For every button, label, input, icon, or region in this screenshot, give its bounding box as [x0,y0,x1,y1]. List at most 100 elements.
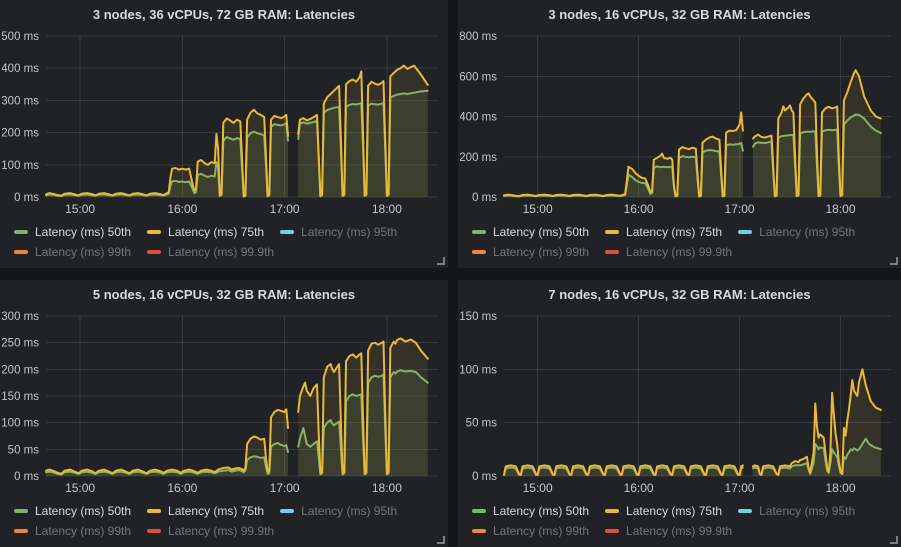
y-axis-tick-label: 100 ms [2,418,39,430]
legend-item-latency-ms-95th[interactable]: Latency (ms) 95th [280,222,397,242]
plot-area[interactable]: 0 ms50 ms100 ms150 ms15:0016:0017:0018:0… [460,306,899,500]
legend-swatch-icon [147,230,161,234]
x-axis-tick-label: 16:00 [624,481,654,495]
panel-title[interactable]: 5 nodes, 16 vCPUs, 32 GB RAM: Latencies [0,280,448,306]
legend-swatch-icon [605,509,619,513]
legend-swatch-icon [147,529,161,533]
legend-swatch-icon [14,250,28,254]
legend-swatch-icon [738,509,752,513]
legend-label: Latency (ms) 75th [168,225,264,239]
legend-item-latency-ms-50th[interactable]: Latency (ms) 50th [14,501,131,521]
x-axis-tick-label: 17:00 [270,481,300,495]
legend-label: Latency (ms) 95th [301,225,397,239]
legend-item-latency-ms-95th[interactable]: Latency (ms) 95th [738,222,855,242]
legend-label: Latency (ms) 99th [493,524,589,538]
legend-label: Latency (ms) 50th [493,225,589,239]
legend-item-latency-ms-95th[interactable]: Latency (ms) 95th [738,501,855,521]
legend-label: Latency (ms) 50th [493,504,589,518]
legend-swatch-icon [14,230,28,234]
panel-3-nodes-16-vcpus: 3 nodes, 16 vCPUs, 32 GB RAM: Latencies … [458,0,901,268]
legend-item-latency-ms-99.9th[interactable]: Latency (ms) 99.9th [147,521,274,541]
panel-3-nodes-36-vcpus: 3 nodes, 36 vCPUs, 72 GB RAM: Latencies … [0,0,448,268]
x-axis-tick-label: 15:00 [65,202,95,216]
legend: Latency (ms) 50th Latency (ms) 75th Latenc… [14,501,442,541]
legend-label: Latency (ms) 95th [301,504,397,518]
legend: Latency (ms) 50th Latency (ms) 75th Latenc… [472,501,895,541]
plot-area[interactable]: 0 ms200 ms400 ms600 ms800 ms15:0016:0017… [460,26,899,221]
legend-item-latency-ms-99th[interactable]: Latency (ms) 99th [14,521,131,541]
x-axis-tick-label: 18:00 [826,481,856,495]
panel-resize-handle-icon[interactable] [887,254,899,266]
y-axis-tick-label: 200 ms [460,152,497,164]
x-axis-tick-label: 16:00 [167,202,197,216]
y-axis-tick-label: 200 ms [2,128,39,140]
legend-swatch-icon [280,230,294,234]
legend-swatch-icon [605,250,619,254]
series-area-latency-ms-75th [46,110,288,197]
legend-item-latency-ms-99th[interactable]: Latency (ms) 99th [472,521,589,541]
y-axis-tick-label: 500 ms [2,31,39,43]
legend-label: Latency (ms) 50th [35,504,131,518]
legend-item-latency-ms-99.9th[interactable]: Latency (ms) 99.9th [605,521,732,541]
panel-resize-handle-icon[interactable] [434,254,446,266]
y-axis-tick-label: 50 ms [466,418,498,430]
y-axis-tick-label: 250 ms [2,338,39,350]
legend-label: Latency (ms) 75th [626,504,722,518]
x-axis-tick-label: 18:00 [826,202,856,216]
plot-area[interactable]: 0 ms100 ms200 ms300 ms400 ms500 ms15:001… [2,26,446,221]
legend-swatch-icon [280,509,294,513]
legend-item-latency-ms-50th[interactable]: Latency (ms) 50th [14,222,131,242]
latency-chart[interactable]: 0 ms200 ms400 ms600 ms800 ms15:0016:0017… [460,26,899,221]
x-axis-tick-label: 15:00 [523,202,553,216]
legend-swatch-icon [147,250,161,254]
legend-swatch-icon [472,250,486,254]
panel-title[interactable]: 7 nodes, 16 vCPUs, 32 GB RAM: Latencies [458,280,901,306]
legend-item-latency-ms-75th[interactable]: Latency (ms) 75th [605,222,722,242]
legend-swatch-icon [605,529,619,533]
legend-label: Latency (ms) 99th [493,245,589,259]
panel-resize-handle-icon[interactable] [434,533,446,545]
y-axis-tick-label: 150 ms [2,391,39,403]
legend-label: Latency (ms) 50th [35,225,131,239]
panel-title[interactable]: 3 nodes, 16 vCPUs, 32 GB RAM: Latencies [458,0,901,26]
legend-item-latency-ms-50th[interactable]: Latency (ms) 50th [472,222,589,242]
panel-title[interactable]: 3 nodes, 36 vCPUs, 72 GB RAM: Latencies [0,0,448,26]
legend-swatch-icon [605,230,619,234]
y-axis-tick-label: 400 ms [2,63,39,75]
legend-swatch-icon [14,509,28,513]
x-axis-tick-label: 18:00 [372,202,402,216]
y-axis-tick-label: 300 ms [2,311,39,323]
grafana-dashboard: 3 nodes, 36 vCPUs, 72 GB RAM: Latencies … [0,0,901,547]
legend-swatch-icon [472,230,486,234]
y-axis-tick-label: 100 ms [2,160,39,172]
legend-swatch-icon [147,509,161,513]
plot-area[interactable]: 0 ms50 ms100 ms150 ms200 ms250 ms300 ms1… [2,306,446,500]
panel-resize-handle-icon[interactable] [887,533,899,545]
legend-label: Latency (ms) 99th [35,524,131,538]
legend-item-latency-ms-99.9th[interactable]: Latency (ms) 99.9th [605,242,732,262]
y-axis-tick-label: 600 ms [460,71,497,83]
legend-label: Latency (ms) 99.9th [168,245,274,259]
legend-item-latency-ms-99th[interactable]: Latency (ms) 99th [472,242,589,262]
legend-label: Latency (ms) 75th [168,504,264,518]
latency-chart[interactable]: 0 ms100 ms200 ms300 ms400 ms500 ms15:001… [2,26,446,221]
legend-item-latency-ms-75th[interactable]: Latency (ms) 75th [147,222,264,242]
latency-chart[interactable]: 0 ms50 ms100 ms150 ms200 ms250 ms300 ms1… [2,306,446,500]
x-axis-tick-label: 15:00 [523,481,553,495]
legend-swatch-icon [472,529,486,533]
latency-chart[interactable]: 0 ms50 ms100 ms150 ms15:0016:0017:0018:0… [460,306,899,500]
y-axis-tick-label: 0 ms [14,471,39,483]
legend-item-latency-ms-50th[interactable]: Latency (ms) 50th [472,501,589,521]
y-axis-tick-label: 0 ms [472,471,497,483]
legend-item-latency-ms-99.9th[interactable]: Latency (ms) 99.9th [147,242,274,262]
legend-item-latency-ms-95th[interactable]: Latency (ms) 95th [280,501,397,521]
legend-item-latency-ms-75th[interactable]: Latency (ms) 75th [605,501,722,521]
x-axis-tick-label: 17:00 [725,202,755,216]
panel-7-nodes-16-vcpus: 7 nodes, 16 vCPUs, 32 GB RAM: Latencies … [458,280,901,547]
x-axis-tick-label: 16:00 [624,202,654,216]
x-axis-tick-label: 17:00 [270,202,300,216]
legend-label: Latency (ms) 95th [759,225,855,239]
legend-item-latency-ms-99th[interactable]: Latency (ms) 99th [14,242,131,262]
legend-item-latency-ms-75th[interactable]: Latency (ms) 75th [147,501,264,521]
y-axis-tick-label: 400 ms [460,112,497,124]
